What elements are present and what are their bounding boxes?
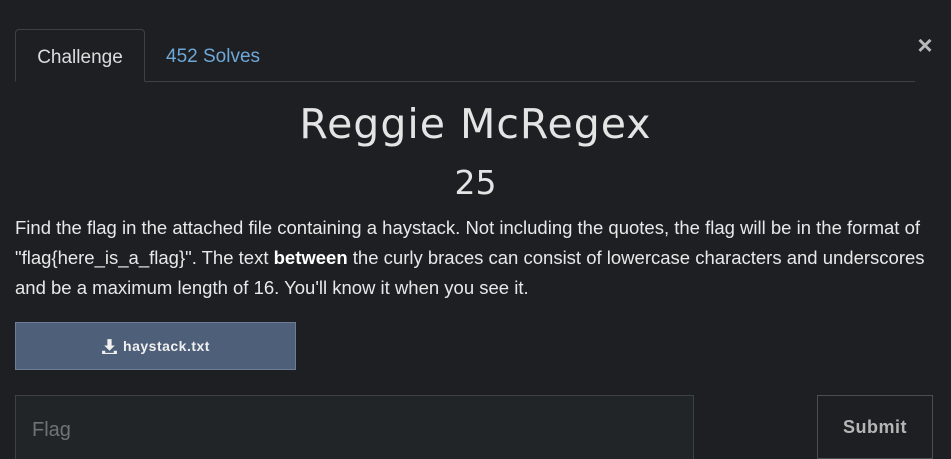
tab-solves[interactable]: 452 Solves [166, 29, 260, 81]
download-icon [102, 338, 117, 354]
close-icon[interactable]: × [914, 30, 936, 60]
challenge-description: Find the flag in the attached file conta… [15, 213, 945, 303]
download-file-button[interactable]: haystack.txt [15, 322, 296, 370]
file-name: haystack.txt [123, 338, 210, 354]
flag-input[interactable] [15, 395, 694, 459]
challenge-modal: Challenge 452 Solves × Reggie McRegex 25… [0, 0, 951, 459]
submit-button[interactable]: Submit [817, 395, 933, 459]
description-emphasis: between [273, 247, 348, 268]
challenge-value: 25 [454, 163, 497, 202]
tab-bar: Challenge 452 Solves [15, 29, 915, 82]
tab-challenge[interactable]: Challenge [15, 29, 145, 82]
challenge-name: Reggie McRegex [299, 100, 652, 148]
